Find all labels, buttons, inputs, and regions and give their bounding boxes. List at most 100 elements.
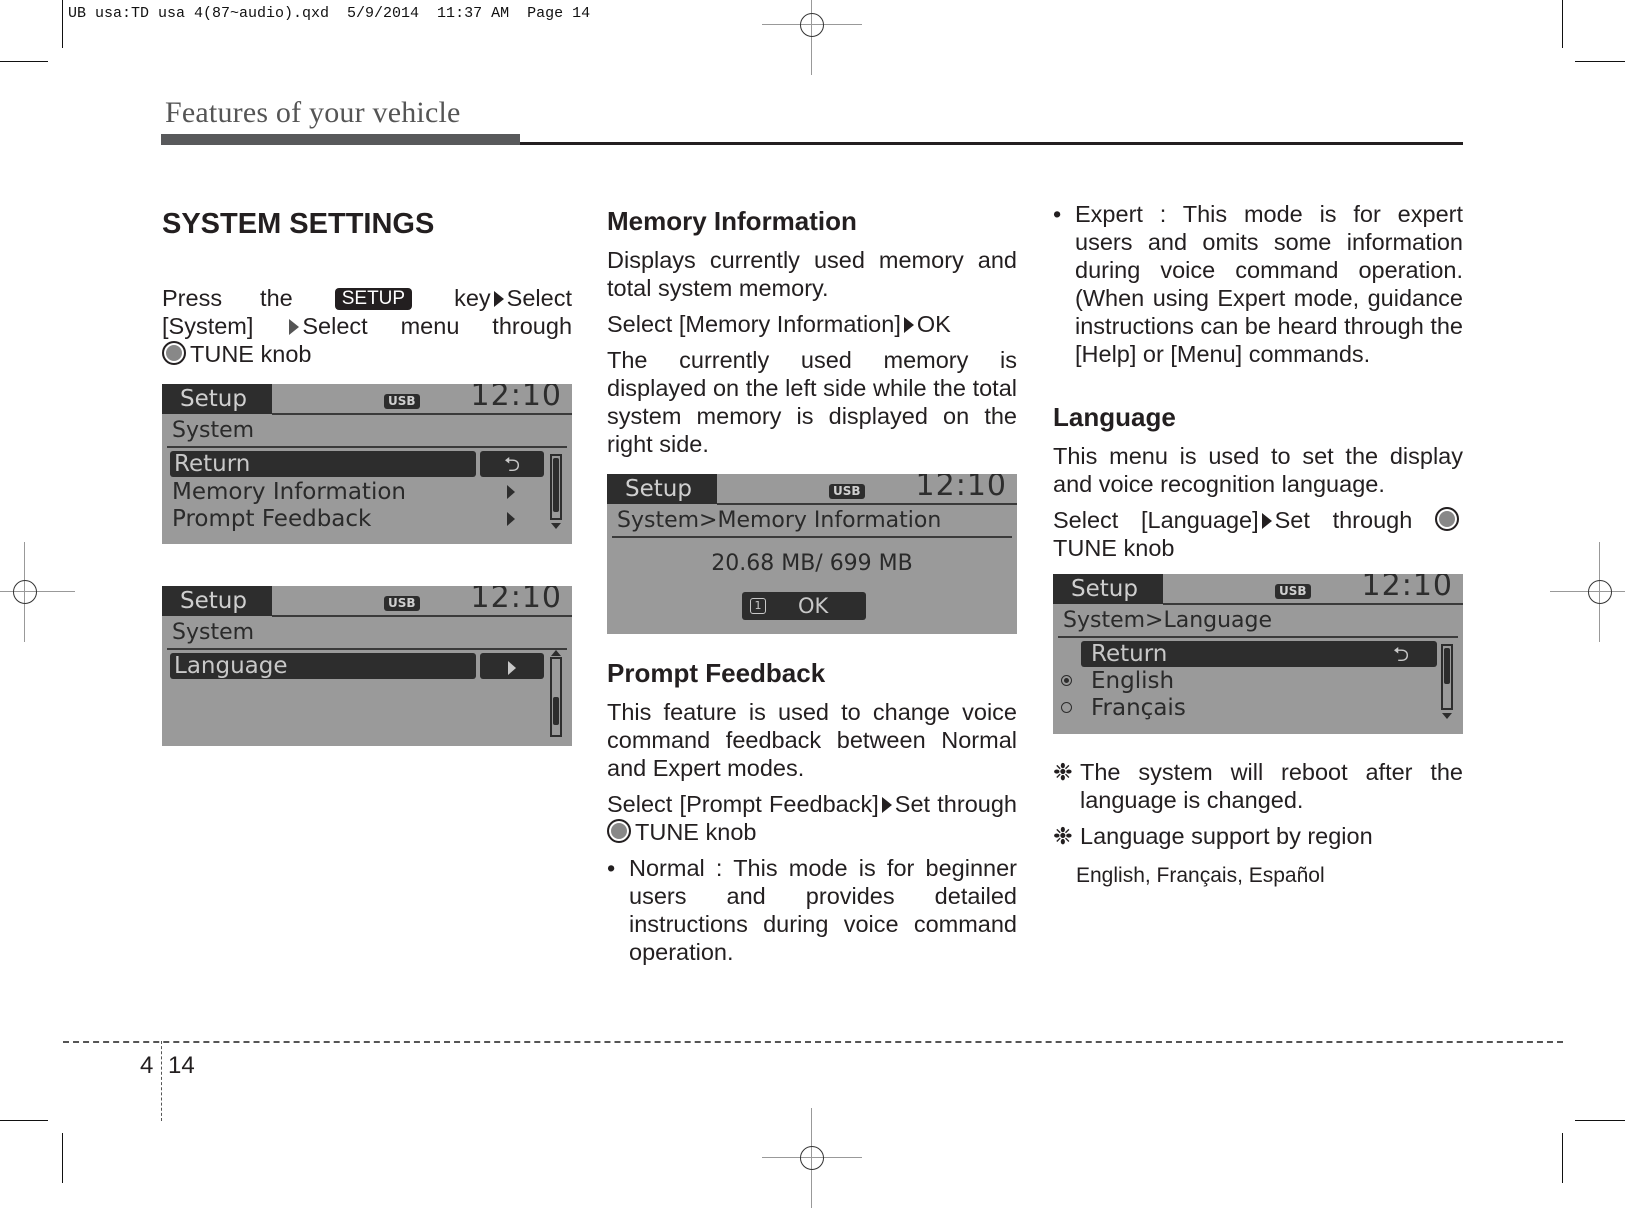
radio-francais[interactable] [1061, 702, 1072, 713]
print-slug: UB usa:TD usa 4(87~audio).qxd 5/9/2014 1… [68, 5, 591, 22]
column-2: Memory Information Displays currently us… [607, 200, 1017, 974]
text: Select [Memory Information] [607, 311, 901, 337]
page-number: 14 [168, 1052, 195, 1079]
section-title-memory-information: Memory Information [607, 206, 857, 236]
usb-badge: USB [384, 596, 420, 611]
footer-divider [161, 1041, 162, 1121]
supported-languages: English, Français, Español [1076, 864, 1325, 887]
crop-mark [0, 61, 48, 62]
scrollbar[interactable] [550, 657, 562, 737]
menu-item-prompt-feedback[interactable]: Prompt Feedback [172, 506, 371, 532]
list-item-expert: Expert : This mode is for expert users a… [1053, 200, 1463, 368]
triangle-right-icon [881, 797, 892, 813]
text: Press the [162, 285, 293, 311]
memory-instruction: Select [Memory Information] OK [607, 310, 1017, 338]
language-instruction: Select [Language] Set through [1053, 506, 1463, 534]
memory-description: Displays currently used memory and total… [607, 247, 1017, 301]
language-description: This menu is used to set the display and… [1053, 443, 1463, 497]
divider [272, 413, 572, 415]
tune-knob-icon [1435, 507, 1459, 531]
text: The system will reboot after the languag… [1080, 759, 1463, 813]
screen-tab: Setup [1053, 574, 1163, 604]
section-title-system-settings: SYSTEM SETTINGS [162, 208, 435, 240]
chapter-number: 4 [140, 1052, 154, 1079]
triangle-right-icon [507, 485, 515, 499]
intro-instructions-end: TUNE knob [162, 340, 572, 368]
memory-detail: The currently used memory is displayed o… [607, 347, 1017, 457]
column-1: SYSTEM SETTINGS Press the SETUP key Selec… [162, 200, 572, 746]
divider [1058, 636, 1458, 638]
mode-list-continued: Expert : This mode is for expert users a… [1053, 200, 1463, 368]
asterisk-note-icon: ❉ [1053, 759, 1073, 785]
screen-system-menu: Setup USB 12:10 System Return ⮌ Memory I… [162, 384, 572, 544]
option-francais[interactable]: Français [1091, 695, 1186, 721]
crop-mark [1562, 1133, 1563, 1183]
setup-key-icon: SETUP [334, 288, 413, 310]
screen-clock: 12:10 [470, 384, 562, 413]
menu-item-memory-information[interactable]: Memory Information [172, 479, 406, 505]
section-title-prompt-feedback: Prompt Feedback [607, 658, 826, 688]
registration-mark [0, 542, 75, 642]
section-title-language: Language [1053, 402, 1176, 432]
crop-mark [1562, 0, 1563, 48]
header-rule [520, 142, 1463, 145]
scrollbar-thumb[interactable] [1444, 648, 1450, 684]
registration-mark [762, 0, 862, 75]
text: Select [Prompt Feedback] [607, 791, 879, 817]
crop-mark [1575, 1120, 1625, 1121]
note-reboot: ❉ The system will reboot after the langua… [1053, 758, 1463, 814]
text: Language support by region [1080, 823, 1373, 849]
crop-mark [1575, 61, 1625, 62]
option-english[interactable]: English [1091, 668, 1174, 694]
menu-item-language[interactable]: Language [170, 653, 476, 679]
screen-memory-information: Setup USB 12:10 System>Memory Informatio… [607, 474, 1017, 634]
mode-list: Normal : This mode is for beginner users… [607, 854, 1017, 966]
menu-item-return[interactable]: Return [1081, 641, 1437, 667]
language-instruction-end: TUNE knob [1053, 535, 1175, 561]
tune-knob-icon [607, 819, 631, 843]
screen-clock: 12:10 [1361, 574, 1453, 603]
list-item-normal: Normal : This mode is for beginner users… [607, 854, 1017, 966]
crop-mark [62, 0, 63, 48]
screen-path: System [172, 418, 255, 443]
prompt-instruction: Select [Prompt Feedback] Set through [607, 790, 1017, 818]
crop-mark [0, 1120, 48, 1121]
ok-button[interactable]: 1 OK [742, 592, 866, 620]
screen-system-language: Setup USB 12:10 System Language [162, 586, 572, 746]
divider [167, 648, 567, 650]
text: Select [Language] [1053, 507, 1259, 533]
scroll-up-icon[interactable] [551, 650, 561, 656]
footer-rule [63, 1041, 1563, 1043]
running-head: Features of your vehicle [165, 96, 461, 129]
text: Set through [1274, 507, 1413, 533]
memory-readout: 20.68 MB/ 699 MB [711, 551, 913, 576]
triangle-right-icon [1261, 513, 1272, 529]
button-number-badge: 1 [750, 598, 766, 614]
screen-path: System [172, 620, 255, 645]
scrollbar[interactable] [550, 454, 562, 520]
scrollbar[interactable] [1441, 644, 1453, 710]
text: Select menu through [302, 313, 573, 339]
menu-item-return[interactable]: Return [170, 451, 476, 477]
screen-clock: 12:10 [470, 586, 562, 615]
column-3: Expert : This mode is for expert users a… [1053, 200, 1463, 890]
asterisk-note-icon: ❉ [1053, 823, 1073, 849]
usb-badge: USB [1275, 584, 1311, 599]
text: TUNE knob [190, 341, 312, 367]
scrollbar-thumb[interactable] [553, 697, 559, 725]
radio-english[interactable] [1061, 675, 1072, 686]
screen-tab: Setup [162, 586, 272, 616]
return-arrow-icon: ⮌ [1393, 642, 1410, 666]
triangle-right-icon [903, 317, 914, 333]
usb-badge: USB [829, 484, 865, 499]
divider [1163, 603, 1463, 605]
text: key [454, 285, 491, 311]
triangle-right-icon[interactable] [480, 653, 544, 679]
screen-path: System>Language [1063, 608, 1273, 633]
scroll-down-icon[interactable] [551, 523, 561, 529]
return-arrow-icon[interactable]: ⮌ [480, 451, 544, 477]
scroll-down-icon[interactable] [1442, 713, 1452, 719]
scrollbar-thumb[interactable] [553, 458, 559, 512]
screen-path: System>Memory Information [617, 508, 942, 533]
screen-tab: Setup [162, 384, 272, 414]
